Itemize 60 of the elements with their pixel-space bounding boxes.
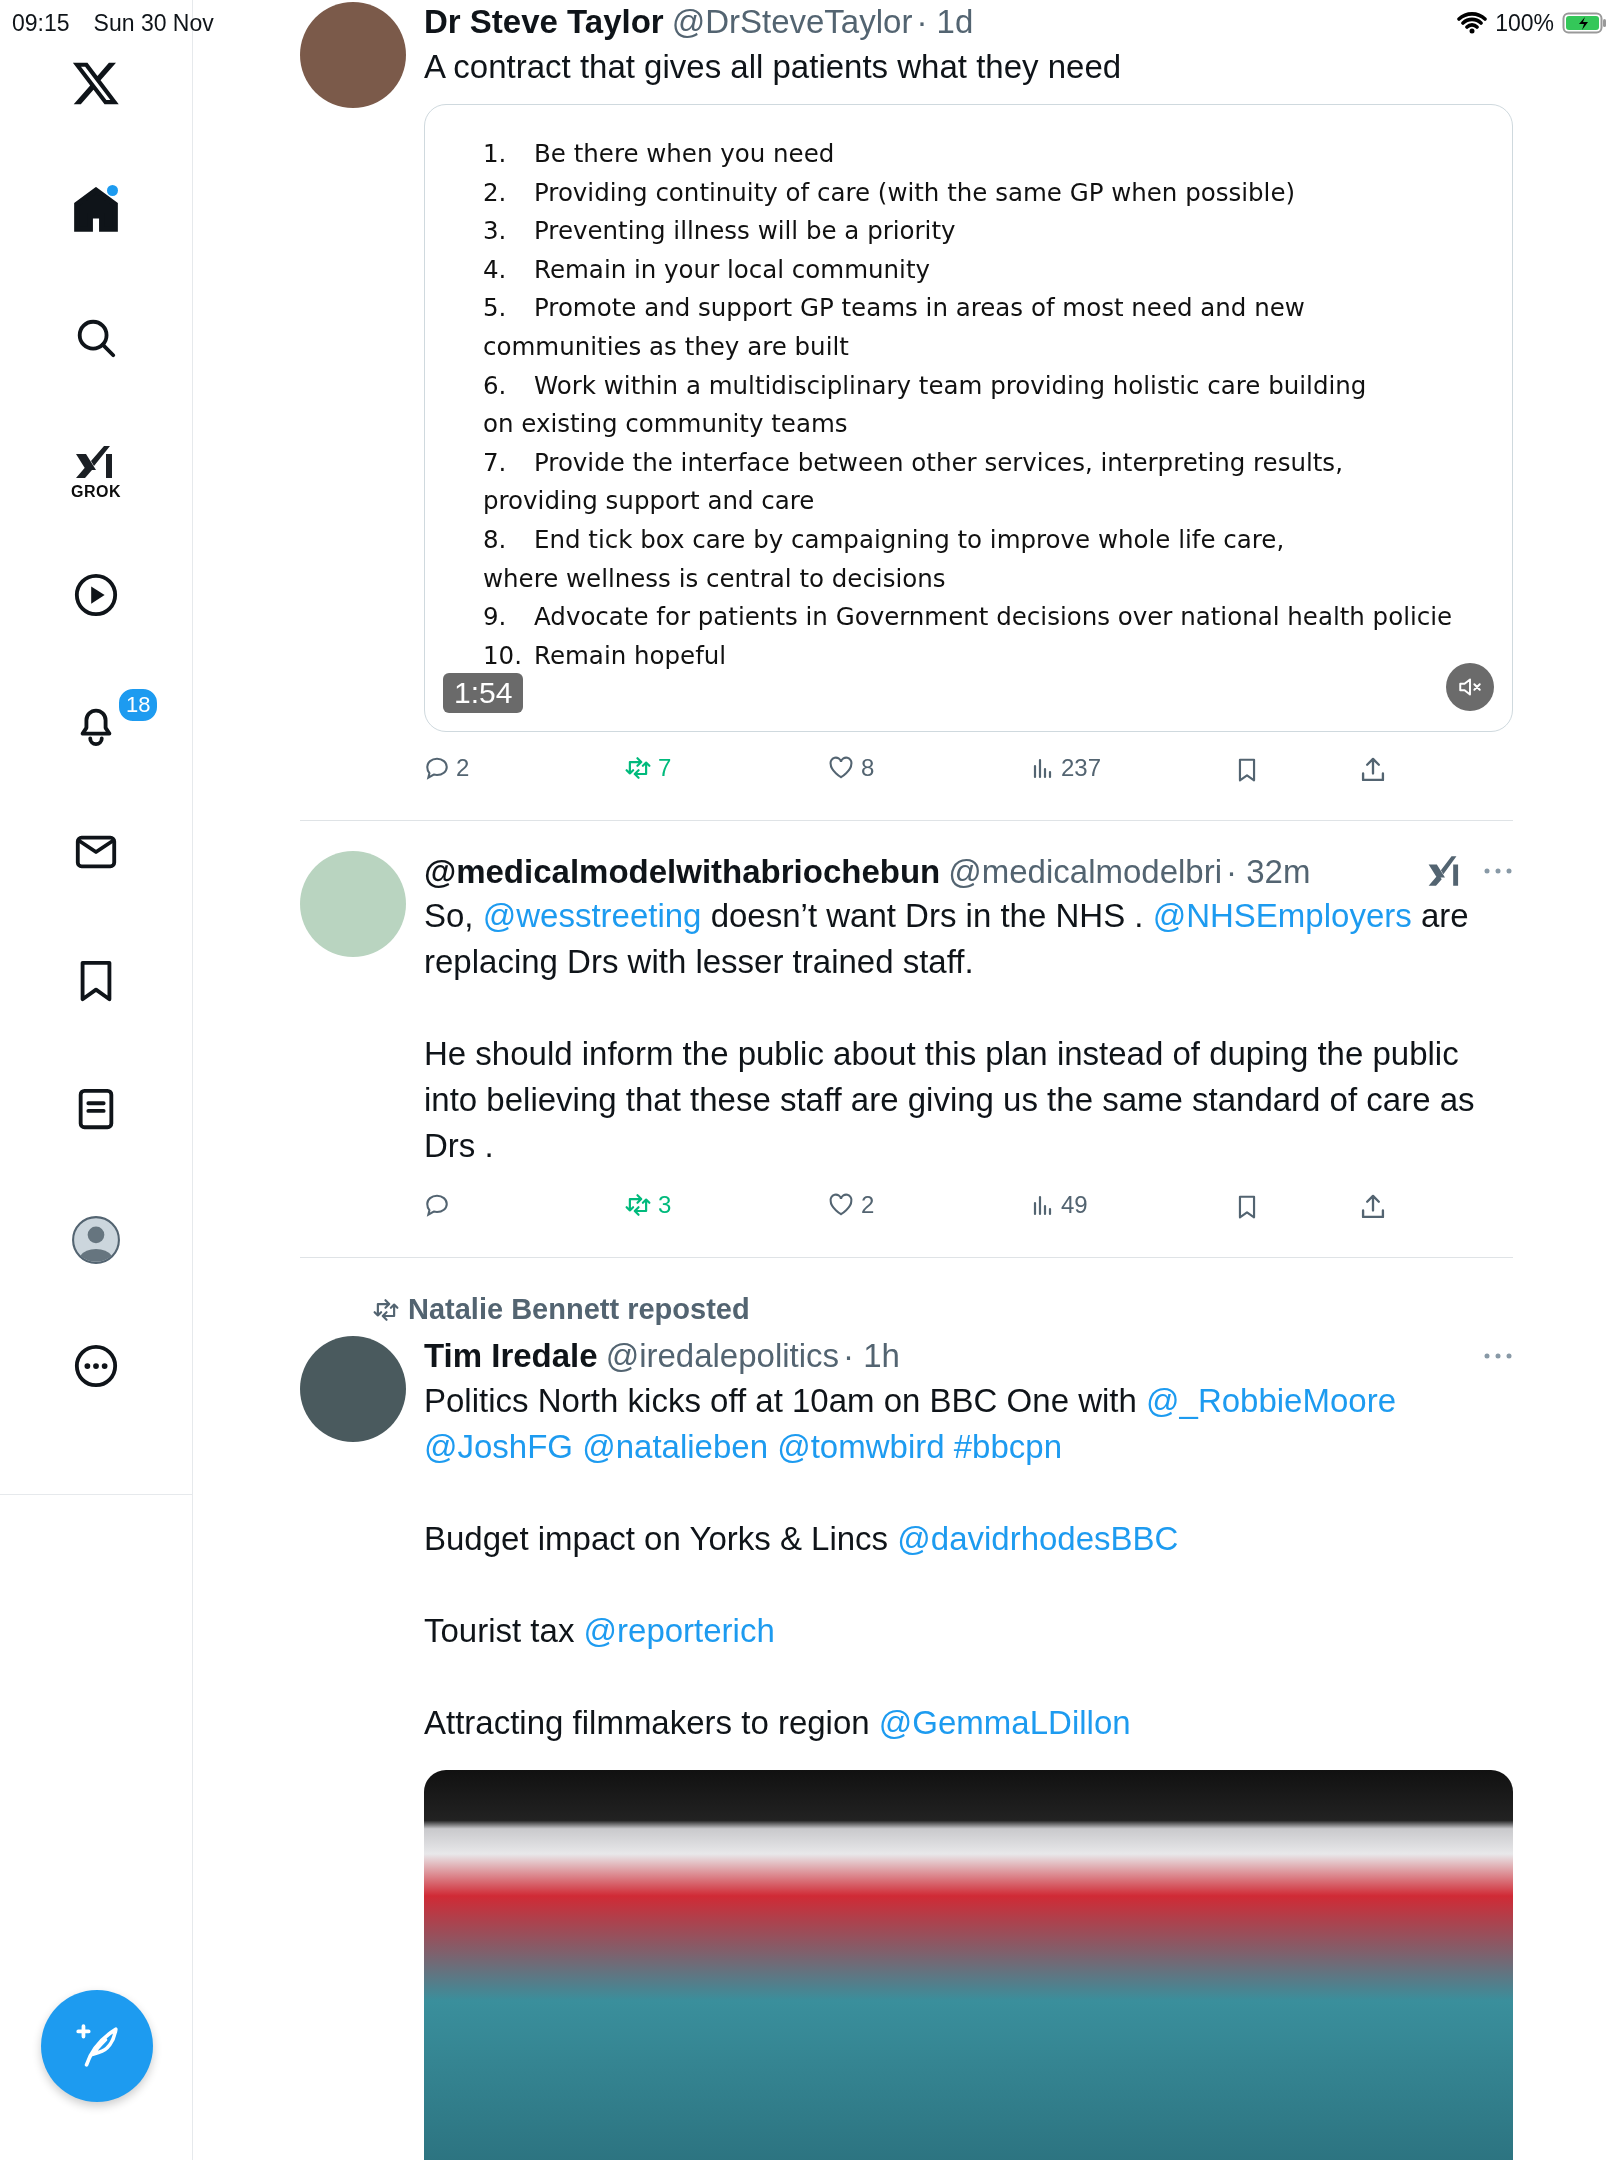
list-line: 10. Remain hopeful (483, 639, 727, 672)
reply-button[interactable]: 2 (424, 750, 470, 787)
wifi-icon (1457, 11, 1488, 35)
more-icon[interactable] (73, 1343, 119, 1389)
post-time: · 1h (843, 1336, 900, 1377)
mute-button[interactable] (1446, 663, 1494, 712)
reply-icon (424, 755, 450, 782)
list-line: 4. Remain in your local community (483, 253, 931, 286)
list-line: 7. Provide the interface between other services, interpreting results, (483, 446, 1343, 479)
views-button[interactable]: 237 (1031, 750, 1102, 787)
post-text: Tourist tax @reporterich (424, 1610, 776, 1651)
list-line: providing support and care (483, 485, 815, 518)
post-time: · 32m (1226, 851, 1311, 892)
list-line: 8. End tick box care by campaigning to improve whole life care, (483, 523, 1285, 556)
author-handle[interactable]: @iredalepolitics (605, 1331, 840, 1381)
list-line: 1. Be there when you need (483, 138, 835, 170)
post-time: · 1d (916, 2, 974, 43)
list-line: 9. Advocate for patients in Government decisions over national health policie (483, 601, 1453, 634)
share-icon[interactable] (1359, 1192, 1387, 1221)
status-date: Sun 30 Nov (93, 9, 214, 38)
photo-placeholder[interactable] (424, 1769, 1513, 2160)
profile-avatar-icon[interactable] (71, 1214, 121, 1265)
status-time: 09:15 (12, 9, 70, 38)
post-text: Budget impact on Yorks & Lincs @davidrhodesBBC (424, 1518, 1180, 1559)
author-name[interactable]: @medicalmodelwithabriochebun (424, 846, 941, 897)
author-name[interactable]: Dr Steve Taylor (424, 0, 664, 47)
author-name[interactable]: Tim Iredale (424, 1331, 598, 1381)
share-icon[interactable] (1359, 755, 1387, 784)
list-line: 2. Providing continuity of care (with the same GP when possible) (483, 176, 1296, 209)
grok-button[interactable]: GROK (71, 443, 121, 500)
post-text: He should inform the public about this plan instead of duping the public into believing that these staff are giving us the same standard of care as Drs . (424, 1034, 1476, 1167)
reply-button[interactable] (424, 1192, 450, 1219)
reply-icon (424, 1192, 450, 1219)
list-line: where wellness is central to decisions (483, 562, 946, 595)
list-line: 5. Promote and support GP teams in areas of most need and new (483, 292, 1305, 325)
repost-icon (624, 755, 652, 782)
views-button[interactable]: 49 (1031, 1187, 1088, 1224)
battery-icon (1562, 11, 1608, 35)
post-text: A contract that gives all patients what they need (424, 47, 1123, 87)
video-duration: 1:54 (443, 673, 524, 714)
post-text: Politics North kicks off at 10am on BBC One with @_RobbieMoore @JoshFG @natalieben @tomwbird #bbcpn (424, 1380, 1397, 1467)
play-icon[interactable] (73, 572, 119, 618)
battery-percent: 100% (1495, 8, 1554, 38)
repost-icon (624, 1192, 652, 1219)
notification-count: 18 (117, 686, 160, 723)
like-button[interactable]: 2 (827, 1187, 875, 1224)
list-line: 6. Work within a multidisciplinary team providing holistic care building (483, 369, 1367, 402)
author-handle[interactable]: @DrSteveTaylor (671, 0, 913, 47)
video-frame[interactable] (424, 104, 1513, 733)
post-text: Attracting filmmakers to region @GemmaLDillon (424, 1702, 1132, 1743)
home-icon[interactable] (73, 186, 119, 233)
author-handle[interactable]: @medicalmodelbri (948, 846, 1223, 897)
list-line: 3. Preventing illness will be a priority (483, 215, 956, 248)
like-button[interactable]: 8 (827, 750, 875, 787)
post-text: So, @wesstreeting doesn’t want Drs in the NHS . @NHSEmployers are replacing Drs with lesser trained staff. (424, 896, 1470, 983)
compose-button[interactable] (41, 1990, 153, 2102)
list-line: on existing community teams (483, 408, 848, 441)
list-line: communities as they are built (483, 330, 849, 363)
repost-label: Natalie Bennett reposted (408, 1292, 750, 1328)
repost-icon (372, 1297, 400, 1324)
